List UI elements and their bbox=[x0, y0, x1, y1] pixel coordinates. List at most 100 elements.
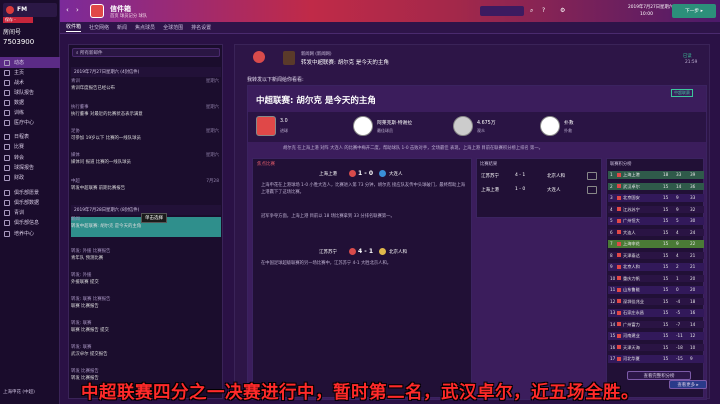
stat-label: 扑救 bbox=[564, 128, 572, 133]
list-item[interactable]: 执行董事 执行董事 对最近的比赛状态表示满意 星期六 bbox=[71, 105, 221, 125]
list-item[interactable]: 青训 青训年度报告已经公布 星期六 bbox=[71, 79, 221, 99]
table-pos: 15 bbox=[610, 333, 616, 338]
tab[interactable]: 全球范围 bbox=[163, 24, 183, 31]
table-p: 18 bbox=[663, 172, 669, 177]
help-icon[interactable]: ? bbox=[542, 7, 545, 14]
result-score: 4 - 1 bbox=[515, 173, 526, 178]
menu-item-icon bbox=[4, 189, 10, 196]
away-team: 大连人 bbox=[389, 172, 403, 177]
group-header[interactable]: 2019年7月27日星期六 (4封信件) bbox=[71, 67, 221, 77]
table-p: 15 bbox=[663, 241, 669, 246]
stat-label: 最佳球员 bbox=[377, 128, 393, 133]
table-pts: 36 bbox=[690, 183, 696, 189]
table-team: 江苏苏宁 bbox=[623, 206, 640, 212]
table-row[interactable]: 6 大连人 15 4 24 bbox=[608, 228, 704, 237]
table-row[interactable]: 11 山东鲁能 15 0 20 bbox=[608, 286, 704, 294]
club-logo-icon bbox=[6, 6, 14, 14]
table-pts: 39 bbox=[690, 172, 696, 177]
list-item[interactable]: 转发: 联赛 联赛 比赛报告 提交 bbox=[71, 321, 221, 341]
team-color-icon bbox=[617, 230, 621, 234]
video-subtitle: 中超联赛四分之一决赛进行中，暂时第二名，武汉卓尔，近五场全胜。 bbox=[81, 382, 639, 403]
team-color-icon bbox=[617, 184, 621, 188]
sidebar-header[interactable]: FM bbox=[3, 3, 57, 17]
table-pts: 20 bbox=[690, 287, 696, 292]
search-box[interactable] bbox=[480, 6, 524, 16]
forward-icon[interactable]: › bbox=[76, 6, 79, 14]
settings-icon[interactable]: ⚙ bbox=[560, 7, 565, 14]
sidebar-item[interactable]: 财政 bbox=[0, 172, 60, 183]
table-row[interactable]: 10 重庆力帆 15 1 20 bbox=[608, 274, 704, 283]
table-row[interactable]: 1 上海上港 18 33 39 bbox=[608, 171, 704, 179]
sender-avatar bbox=[253, 51, 265, 63]
page-subtitle: 首页 球员记分 球队 bbox=[110, 14, 148, 19]
sidebar-item[interactable]: 医疗中心 bbox=[0, 117, 60, 128]
table-row[interactable]: 14 广州富力 15 -7 14 bbox=[608, 320, 704, 329]
message-title: 转发中超联赛 前期比赛报告 bbox=[71, 185, 126, 191]
table-row[interactable]: 7 上海申花 15 9 22 bbox=[608, 240, 704, 248]
table-p: 15 bbox=[663, 195, 669, 200]
table-pos: 16 bbox=[610, 344, 616, 350]
table-w: 4 bbox=[676, 229, 679, 235]
table-pos: 7 bbox=[610, 241, 613, 246]
message-panel: 新闻网 (新闻网) 转发中超联赛: 胡尔克 是今天的主角 已读 21:59 我转… bbox=[234, 44, 710, 400]
list-item[interactable]: 媒体 媒体问 报道 比赛的一线队球员 星期六 bbox=[71, 153, 221, 173]
continue-button[interactable]: 下一步 ▸ bbox=[672, 4, 716, 18]
list-item[interactable]: 转发: 联赛 武汉卓尔 提交报告 bbox=[71, 345, 221, 365]
table-w: -7 bbox=[676, 321, 681, 327]
sidebar-item[interactable]: 培养中心 bbox=[0, 228, 60, 239]
table-pts: 21 bbox=[690, 252, 696, 258]
inbox-search[interactable]: ⌕ 所有新邮件 bbox=[72, 48, 220, 57]
tab[interactable]: 焦点球员 bbox=[135, 24, 155, 31]
search-icon[interactable]: ⌕ bbox=[530, 7, 533, 15]
table-row[interactable]: 12 深圳佳兆业 15 -4 18 bbox=[608, 297, 704, 306]
table-row[interactable]: 16 天津天海 15 -18 10 bbox=[608, 343, 704, 352]
match-score: 4 - 1 bbox=[358, 248, 374, 255]
table-row[interactable]: 17 河北华夏 15 -15 9 bbox=[608, 355, 704, 363]
table-row[interactable]: 8 天津泰达 15 4 21 bbox=[608, 251, 704, 260]
table-p: 15 bbox=[663, 321, 669, 327]
match-score: 1 - 0 bbox=[358, 170, 374, 177]
table-row[interactable]: 5 广州恒大 15 5 30 bbox=[608, 217, 704, 225]
sidebar-item-label: 比赛 bbox=[14, 144, 25, 150]
table-team: 石家庄永昌 bbox=[623, 310, 644, 315]
table-row[interactable]: 3 北京国安 15 9 33 bbox=[608, 194, 704, 202]
sidebar-item[interactable]: 俱乐部信息 bbox=[0, 217, 60, 228]
table-team: 大连人 bbox=[623, 229, 636, 235]
match-camera-icon[interactable] bbox=[587, 172, 597, 180]
competition-tag[interactable]: 中超联赛 bbox=[671, 89, 693, 97]
tab[interactable]: 社交网络 bbox=[89, 24, 109, 31]
table-row[interactable]: 13 石家庄永昌 15 -5 16 bbox=[608, 309, 704, 317]
table-row[interactable]: 9 北京人和 15 2 21 bbox=[608, 263, 704, 271]
team-color-icon bbox=[617, 253, 621, 257]
stat-icon bbox=[540, 116, 560, 136]
table-team: 广州恒大 bbox=[623, 218, 640, 223]
table-pts: 10 bbox=[690, 344, 696, 350]
sidebar-item-label: 俱乐部愿景 bbox=[14, 190, 40, 196]
list-item[interactable]: 转发: 外援 外援联赛 提交 bbox=[71, 273, 221, 293]
table-row[interactable]: 4 江苏苏宁 15 9 32 bbox=[608, 205, 704, 214]
team-color-icon bbox=[617, 299, 621, 303]
table-w: 9 bbox=[676, 206, 679, 212]
table-w: -11 bbox=[676, 333, 683, 338]
list-item[interactable]: 转发: 外援 比赛报告 青年队 预测比赛 bbox=[71, 249, 221, 269]
table-pts: 22 bbox=[690, 241, 696, 246]
tab[interactable]: 排名设置 bbox=[191, 24, 211, 31]
table-w: -5 bbox=[676, 310, 681, 315]
list-item[interactable]: 中超 转发中超联赛 前期比赛报告 7月28 bbox=[71, 179, 221, 199]
tab[interactable]: 新闻 bbox=[117, 24, 127, 31]
list-item[interactable]: 足协 可参加 19岁以下 比赛的一线队球员 星期六 bbox=[71, 129, 221, 149]
back-icon[interactable]: ‹ bbox=[66, 6, 69, 14]
tab[interactable]: 收件箱 bbox=[66, 23, 82, 32]
match-camera-icon[interactable] bbox=[587, 186, 597, 194]
table-row[interactable]: 15 河南建业 15 -11 12 bbox=[608, 332, 704, 340]
table-team: 天津天海 bbox=[623, 344, 640, 350]
sidebar-item[interactable]: 比赛 bbox=[0, 141, 60, 152]
table-pts: 9 bbox=[690, 356, 693, 361]
result-home: 上海上港 bbox=[481, 188, 499, 193]
table-row[interactable]: 2 武汉卓尔 15 14 36 bbox=[608, 182, 704, 191]
message-title: 联赛 比赛报告 提交 bbox=[71, 327, 109, 333]
table-pts: 30 bbox=[690, 218, 696, 223]
message-date: 星期六 bbox=[205, 79, 219, 84]
list-item[interactable]: 转发: 联赛 比赛报告 联赛 比赛报告 bbox=[71, 297, 221, 317]
article-body: 胡尔克 在上海上港 对阵 大连人 的比赛中梅开二度，帮助球队 1-0 击败对手，… bbox=[283, 146, 543, 151]
